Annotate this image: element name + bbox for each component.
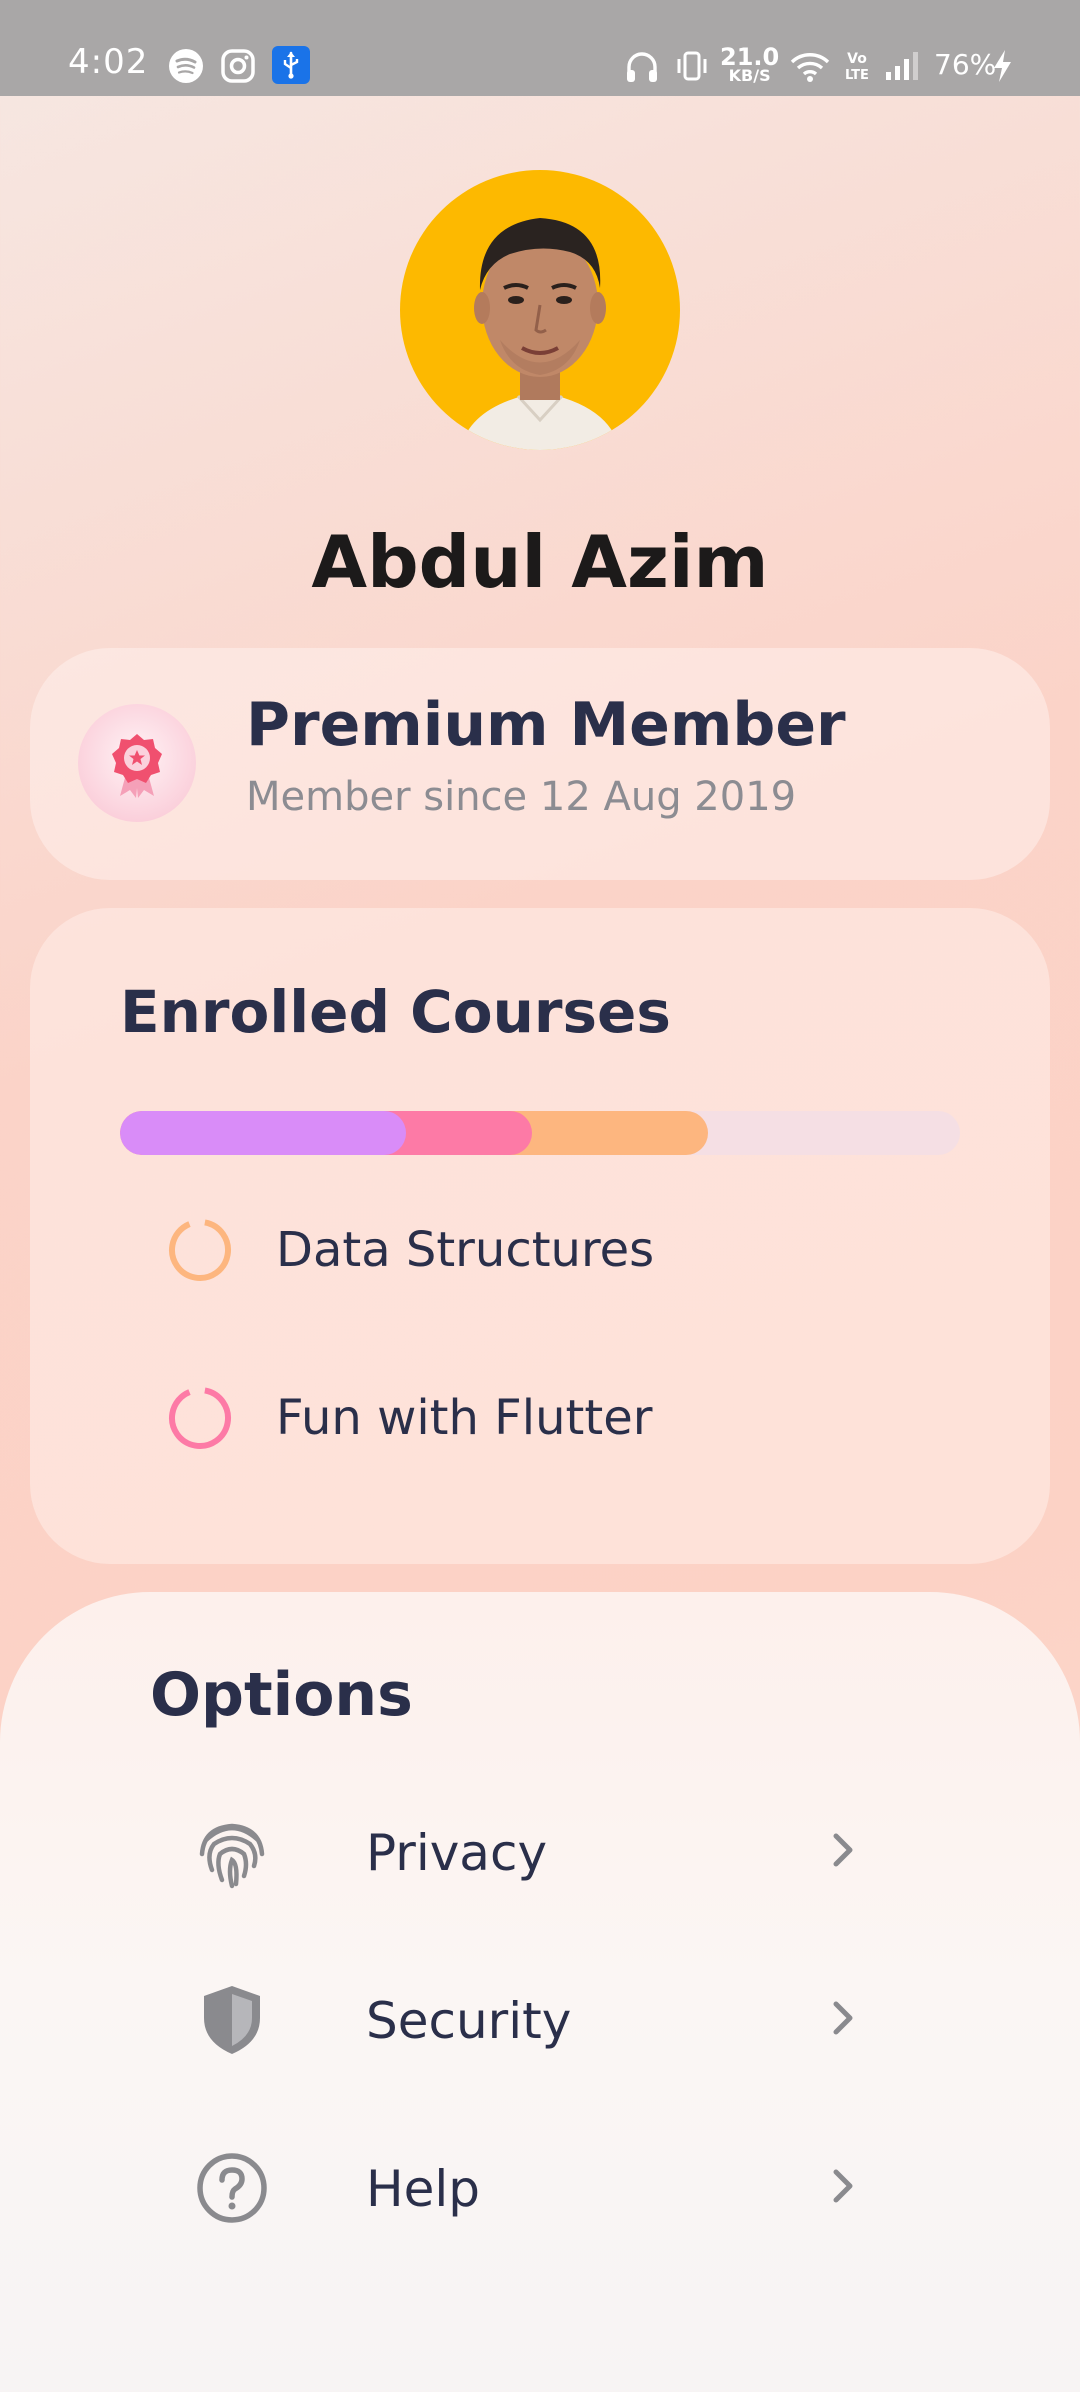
courses-progress-bar (120, 1111, 960, 1155)
course-item-fun-with-flutter[interactable]: Fun with Flutter (120, 1368, 960, 1468)
svg-text:Vo: Vo (847, 51, 867, 67)
option-label: Security (366, 1992, 572, 2050)
membership-card[interactable]: Premium Member Member since 12 Aug 2019 (30, 648, 1050, 880)
enrolled-courses-card: Enrolled Courses Data Structures Fun wit… (30, 908, 1050, 1564)
membership-title: Premium Member (246, 690, 846, 760)
option-privacy[interactable]: Privacy (150, 1790, 910, 1910)
course-progress-ring-icon (169, 1387, 231, 1449)
chevron-right-icon[interactable] (822, 1828, 862, 1872)
network-speed-unit: KB/S (728, 66, 771, 85)
usb-icon (272, 46, 310, 84)
option-label: Help (366, 2160, 480, 2218)
fingerprint-icon (199, 1823, 265, 1889)
network-speed: 21.0 KB/S (720, 43, 780, 85)
help-circle-icon (197, 2153, 267, 2223)
vibrate-icon (677, 51, 707, 81)
signal-icon (886, 52, 918, 80)
course-item-data-structures[interactable]: Data Structures (120, 1200, 960, 1300)
shield-icon (204, 1986, 260, 2054)
progress-segment-purple (120, 1111, 406, 1155)
chevron-right-icon[interactable] (822, 2164, 862, 2208)
courses-title: Enrolled Courses (120, 978, 671, 1046)
instagram-icon (221, 49, 255, 83)
wifi-icon (790, 53, 830, 82)
avatar-portrait (460, 218, 620, 450)
charging-icon (994, 50, 1011, 82)
network-speed-value: 21.0 (720, 43, 780, 71)
options-panel: Options Privacy Security Help (0, 1592, 1080, 2392)
spotify-icon (169, 49, 203, 83)
volte-icon: Vo LTE (845, 51, 869, 83)
course-progress-ring-icon (169, 1219, 231, 1281)
status-time: 4:02 (68, 42, 149, 82)
membership-since: Member since 12 Aug 2019 (246, 774, 797, 820)
option-security[interactable]: Security (150, 1958, 910, 2078)
option-help[interactable]: Help (150, 2126, 910, 2246)
course-label: Data Structures (276, 1222, 655, 1278)
course-label: Fun with Flutter (276, 1390, 653, 1446)
status-bar: 4:02 21.0 KB/S Vo LTE 76% (0, 0, 1080, 96)
headphones-icon (627, 52, 657, 82)
svg-text:LTE: LTE (845, 68, 869, 83)
options-title: Options (150, 1660, 413, 1730)
profile-name: Abdul Azim (311, 520, 769, 604)
award-badge-icon (78, 704, 196, 822)
battery-percentage: 76% (934, 48, 997, 81)
option-label: Privacy (366, 1824, 548, 1882)
avatar[interactable] (400, 170, 680, 450)
chevron-right-icon[interactable] (822, 1996, 862, 2040)
